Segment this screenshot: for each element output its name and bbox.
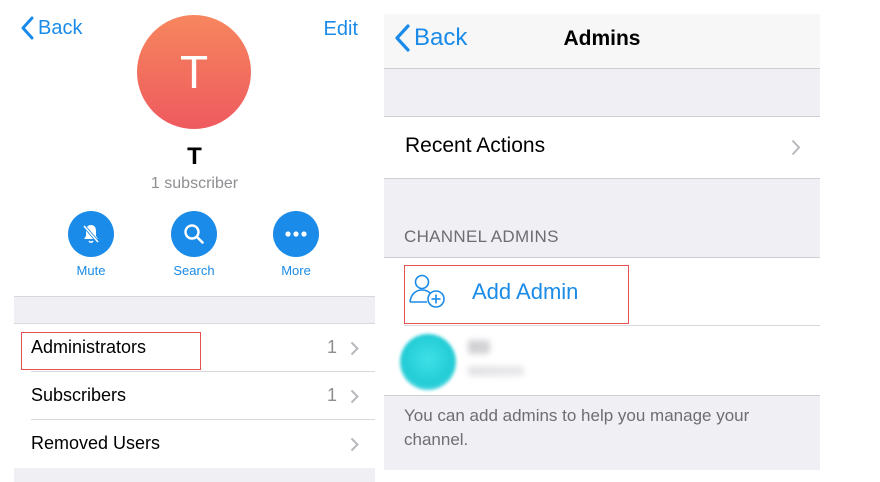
top-margin <box>384 0 820 14</box>
search-circle <box>171 211 217 257</box>
channel-name: T <box>187 143 202 170</box>
channel-info-screen: Back Edit T T 1 subscriber Mute Search M… <box>14 0 375 482</box>
removed-users-row[interactable]: Removed Users <box>14 420 375 468</box>
channel-avatar: T <box>137 15 251 129</box>
recent-actions-row[interactable]: Recent Actions <box>384 116 820 179</box>
removed-users-label: Removed Users <box>31 433 161 453</box>
navigation-bar: Back Admins <box>384 14 820 69</box>
edit-button[interactable]: Edit <box>324 18 358 41</box>
ellipsis-icon <box>285 231 307 237</box>
chevron-right-icon <box>350 341 359 356</box>
chevron-right-icon <box>350 389 359 404</box>
divider <box>14 296 375 297</box>
admin-list-item[interactable] <box>384 326 820 395</box>
back-button[interactable]: Back <box>20 16 82 40</box>
search-button[interactable]: Search <box>159 211 229 278</box>
chevron-left-icon <box>21 16 34 40</box>
section-header: CHANNEL ADMINS <box>404 227 559 246</box>
footer-note: You can add admins to help you manage yo… <box>404 406 750 449</box>
administrators-count: 1 <box>326 337 337 357</box>
highlight-box <box>404 265 629 324</box>
page-title: Admins <box>563 27 641 50</box>
subscribers-row[interactable]: Subscribers 1 <box>14 372 375 420</box>
mute-circle <box>68 211 114 257</box>
search-icon <box>184 224 204 244</box>
bottom-margin <box>384 470 820 482</box>
subscribers-count: 1 <box>326 385 337 405</box>
blur-overlay <box>456 330 556 392</box>
avatar-initial: T <box>179 46 209 98</box>
more-circle <box>273 211 319 257</box>
subscribers-label: Subscribers <box>31 385 127 405</box>
more-button[interactable]: More <box>261 211 331 278</box>
recent-actions-label: Recent Actions <box>405 134 546 157</box>
chevron-right-icon <box>791 139 801 156</box>
avatar <box>400 334 456 390</box>
mute-button[interactable]: Mute <box>56 211 126 278</box>
more-label: More <box>281 263 311 278</box>
bottom-spacer <box>14 468 375 482</box>
highlight-box <box>21 332 201 370</box>
mute-label: Mute <box>76 263 106 278</box>
section-spacer <box>14 296 375 324</box>
search-label: Search <box>173 263 215 278</box>
subscriber-count: 1 subscriber <box>150 175 239 192</box>
back-label: Back <box>38 16 83 39</box>
bell-muted-icon <box>82 224 100 244</box>
chevron-right-icon <box>350 437 359 452</box>
admins-screen: Back Admins Recent Actions CHANNEL ADMIN… <box>384 0 820 482</box>
